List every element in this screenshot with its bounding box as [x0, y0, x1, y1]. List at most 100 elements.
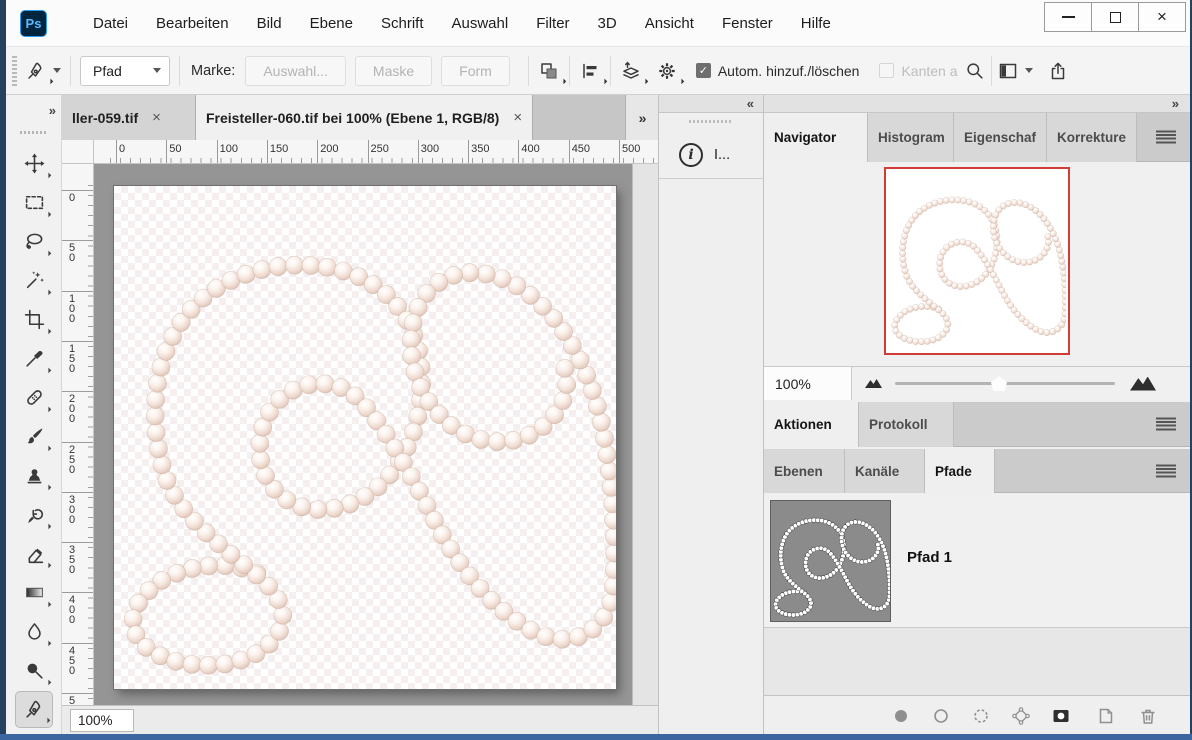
auto-add-delete-checkbox[interactable]: ✓ — [696, 63, 711, 78]
close-tab-icon[interactable]: × — [513, 109, 522, 126]
path-align-icon[interactable] — [579, 60, 601, 82]
ruler-corner[interactable] — [62, 140, 94, 164]
menu-item-filter[interactable]: Filter — [522, 0, 583, 46]
tab-histogramm[interactable]: Histogram — [868, 113, 954, 162]
menu-item-schrift[interactable]: Schrift — [367, 0, 438, 46]
maximize-button[interactable] — [1091, 2, 1139, 32]
canvas[interactable] — [114, 186, 616, 689]
clone-stamp-icon — [24, 465, 45, 486]
ruler-tick — [62, 492, 94, 493]
tab-pfade[interactable]: Pfade — [925, 449, 995, 493]
menu-item-3d[interactable]: 3D — [584, 0, 631, 46]
panel-menu-icon[interactable] — [1156, 464, 1176, 477]
navigator-zoom-field[interactable]: 100% — [764, 367, 852, 400]
canvas-pasteboard[interactable] — [94, 164, 658, 705]
add-mask-icon[interactable] — [1050, 705, 1072, 727]
work-path-from-selection-icon[interactable] — [1010, 705, 1032, 727]
tab-protokoll[interactable]: Protokoll — [859, 402, 954, 447]
zoom-slider[interactable] — [895, 382, 1115, 385]
toolbar-expand-button[interactable]: » — [49, 103, 55, 118]
options-bar-grip[interactable] — [12, 56, 17, 86]
zoom-out-icon[interactable] — [865, 379, 882, 388]
eyedropper-tool-button[interactable] — [15, 340, 53, 377]
menu-item-datei[interactable]: Datei — [79, 0, 142, 46]
edges-checkbox[interactable] — [879, 63, 894, 78]
collapse-left-icon[interactable]: « — [747, 96, 753, 111]
zoom-in-icon[interactable] — [1130, 377, 1156, 391]
lasso-tool-button[interactable] — [15, 223, 53, 260]
selection-from-path-icon[interactable] — [970, 705, 992, 727]
pen-tool-icon[interactable] — [25, 60, 47, 82]
path-operations-icon[interactable] — [538, 60, 560, 82]
eraser-tool-button[interactable] — [15, 535, 53, 572]
auto-add-delete-label: Autom. hinzuf./löschen — [718, 63, 860, 79]
zoom-slider-thumb[interactable] — [991, 376, 1007, 391]
tab-aktionen[interactable]: Aktionen — [764, 402, 859, 447]
tab-navigator[interactable]: Navigator — [764, 113, 868, 162]
chevron-down-icon[interactable] — [1025, 68, 1033, 73]
tab-kanaele[interactable]: Kanäle — [845, 449, 925, 493]
menu-item-bild[interactable]: Bild — [243, 0, 296, 46]
paths-empty-area[interactable] — [764, 628, 1190, 695]
make-selection-button[interactable]: Auswahl... — [245, 56, 346, 86]
scrollbar-track[interactable] — [632, 164, 658, 705]
menu-item-fenster[interactable]: Fenster — [708, 0, 787, 46]
menu-item-ebene[interactable]: Ebene — [296, 0, 367, 46]
status-zoom-field[interactable]: 100% — [70, 709, 134, 732]
make-shape-button[interactable]: Form — [441, 56, 510, 86]
document-tab-freisteller-059[interactable]: ller-059.tif × — [62, 95, 196, 140]
rectangular-marquee-tool-button[interactable] — [15, 184, 53, 221]
clone-stamp-tool-button[interactable] — [15, 457, 53, 494]
collapse-dock-icon[interactable]: » — [1172, 96, 1178, 111]
vertical-ruler[interactable]: 05 01 0 01 5 02 0 02 5 03 0 03 5 04 0 04… — [62, 164, 94, 705]
tab-korrekturen[interactable]: Korrekture — [1047, 113, 1137, 162]
brush-tool-button[interactable] — [15, 418, 53, 455]
gradient-tool-button[interactable] — [15, 574, 53, 611]
panel-menu-icon[interactable] — [1156, 418, 1176, 431]
panel-strip-grip[interactable] — [689, 120, 733, 123]
new-path-icon[interactable] — [1095, 705, 1117, 727]
crop-tool-button[interactable] — [15, 301, 53, 338]
chevron-down-icon — [153, 68, 161, 73]
document-tab-freisteller-060[interactable]: Freisteller-060.tif bei 100% (Ebene 1, R… — [196, 95, 533, 140]
menu-item-ansicht[interactable]: Ansicht — [631, 0, 708, 46]
toolbar-grip[interactable] — [20, 131, 48, 134]
navigator-thumbnail[interactable] — [884, 167, 1070, 355]
minimize-button[interactable] — [1044, 2, 1092, 32]
spot-healing-tool-button[interactable] — [15, 379, 53, 416]
history-brush-tool-button[interactable] — [15, 496, 53, 533]
stroke-path-icon[interactable] — [930, 705, 952, 727]
blur-tool-button[interactable] — [15, 613, 53, 650]
menu-item-bearbeiten[interactable]: Bearbeiten — [142, 0, 243, 46]
ruler-label: 2 5 0 — [69, 445, 75, 475]
make-mask-button[interactable]: Maske — [355, 56, 432, 86]
pen-tool-button[interactable] — [15, 691, 53, 728]
tab-label: ller-059.tif — [72, 110, 138, 126]
gear-icon[interactable] — [656, 60, 678, 82]
share-icon[interactable] — [1047, 60, 1069, 82]
close-tab-icon[interactable]: × — [152, 109, 161, 126]
collapsed-panel-strip: « i I... — [658, 95, 763, 734]
info-panel-button[interactable]: i I... — [659, 131, 763, 179]
desktop-edge — [0, 734, 1192, 740]
magic-wand-tool-button[interactable] — [15, 262, 53, 299]
tab-eigenschaften[interactable]: Eigenschaf — [954, 113, 1047, 162]
tab-ebenen[interactable]: Ebenen — [764, 449, 845, 493]
path-item-row[interactable]: Pfad 1 — [764, 494, 1190, 628]
search-icon[interactable] — [964, 60, 986, 82]
panel-menu-icon[interactable] — [1156, 131, 1176, 144]
chevron-down-icon[interactable] — [53, 68, 61, 73]
menu-item-hilfe[interactable]: Hilfe — [787, 0, 845, 46]
menu-item-auswahl[interactable]: Auswahl — [438, 0, 523, 46]
dodge-tool-button[interactable] — [15, 652, 53, 689]
horizontal-ruler[interactable]: 050100150200250300350400450500 — [94, 140, 658, 164]
workspace-switcher-icon[interactable] — [997, 60, 1019, 82]
move-tool-button[interactable] — [15, 145, 53, 182]
path-thumbnail[interactable] — [770, 500, 891, 622]
close-button[interactable]: × — [1138, 2, 1186, 32]
delete-path-icon[interactable] — [1137, 705, 1159, 727]
path-arrange-icon[interactable] — [620, 60, 642, 82]
tool-mode-select[interactable]: Pfad — [80, 56, 170, 86]
tabs-overflow-button[interactable]: » — [625, 95, 658, 140]
fill-path-icon[interactable] — [890, 705, 912, 727]
